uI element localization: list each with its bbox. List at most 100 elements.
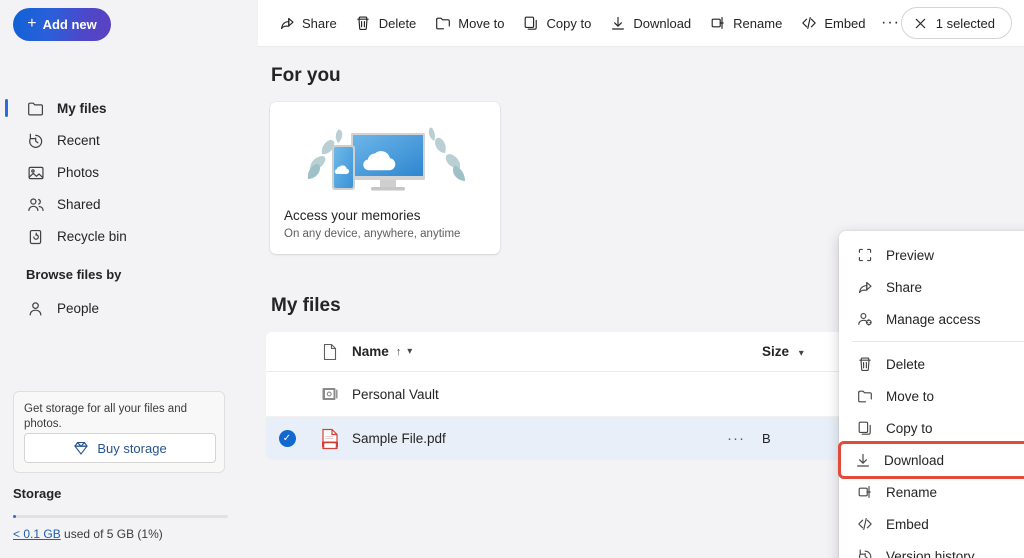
context-menu-item-label: Move to [886, 388, 935, 404]
context-menu-item-version-history[interactable]: Version history [843, 540, 1024, 558]
embed-icon [856, 516, 873, 533]
onedrive-app-window: + Add new My files Recent Photos Shared Recy… [0, 0, 1024, 558]
context-menu-item-label: Manage access [886, 311, 981, 327]
context-menu-item-label: Share [886, 279, 923, 295]
toolbar-button-label: Embed [824, 15, 866, 31]
storage-used-link[interactable]: < 0.1 GB [13, 527, 61, 541]
sidebar-item-people[interactable]: People [10, 292, 250, 324]
sidebar-item-recent[interactable]: Recent [10, 124, 250, 156]
file-name-cell[interactable]: Sample File.pdf [352, 431, 714, 446]
context-menu-item-label: Preview [886, 247, 935, 263]
context-menu-item-label: Download [884, 452, 945, 468]
preview-icon [856, 247, 873, 264]
file-type-column-icon[interactable] [308, 343, 352, 361]
history-icon [26, 131, 44, 149]
storage-usage-text: < 0.1 GB used of 5 GB (1%) [13, 527, 228, 541]
sidebar-item-photos[interactable]: Photos [10, 156, 250, 188]
context-menu-item-copy-to[interactable]: Copy to [843, 412, 1024, 444]
toolbar-button-label: Delete [378, 15, 417, 31]
toolbar-button-label: Move to [458, 15, 505, 31]
sidebar-nav-browse: People [0, 292, 258, 324]
context-menu-item-label: Copy to [886, 420, 933, 436]
row-more-actions-button[interactable]: ··· [714, 430, 758, 447]
context-menu-item-embed[interactable]: Embed [843, 508, 1024, 540]
embed-icon [800, 15, 817, 32]
toolbar-copy-to-button[interactable]: Copy to [515, 7, 600, 39]
storage-usage-bar [13, 515, 228, 518]
person-icon [26, 299, 44, 317]
context-menu-item-preview[interactable]: Preview [843, 239, 1024, 271]
for-you-card-access-your-memories[interactable]: Access your memories On any device, anyw… [270, 102, 500, 254]
toolbar-embed-button[interactable]: Embed [792, 7, 873, 39]
sidebar-item-label: My files [57, 100, 107, 116]
toolbar-delete-button[interactable]: Delete [347, 7, 425, 39]
browse-files-by-heading: Browse files by [26, 267, 122, 282]
my-files-heading: My files [271, 295, 341, 316]
move-to-icon [434, 15, 451, 32]
context-menu-item-share[interactable]: Share [843, 271, 1024, 303]
trash-icon [856, 356, 873, 373]
context-menu-item-manage-access[interactable]: Manage access [843, 303, 1024, 335]
people-icon [26, 195, 44, 213]
toolbar-button-label: Copy to [546, 15, 592, 31]
column-header-name[interactable]: Name ↑ ▾ [352, 344, 714, 359]
context-menu-item-label: Rename [886, 484, 938, 500]
manage-access-icon [856, 311, 873, 328]
copy-to-icon [523, 15, 540, 32]
toolbar-share-button[interactable]: Share [270, 7, 345, 39]
download-icon [854, 452, 871, 469]
rename-icon [856, 484, 873, 501]
storage-heading: Storage [13, 486, 62, 501]
sidebar-item-label: Shared [57, 196, 101, 212]
context-menu-separator [852, 341, 1024, 342]
storage-promo-text: Get storage for all your files and photo… [24, 403, 187, 430]
move-to-icon [856, 388, 873, 405]
chevron-down-icon[interactable]: ▾ [799, 348, 804, 359]
selection-count-pill[interactable]: 1 selected [900, 7, 1012, 39]
column-header-size-label: Size [762, 344, 790, 359]
storage-used-rest: used of 5 GB (1%) [60, 527, 163, 541]
share-icon [856, 279, 873, 296]
sidebar-item-label: Recycle bin [57, 228, 127, 244]
sidebar-item-label: People [57, 300, 100, 316]
diamond-icon [73, 440, 89, 456]
selection-count-label: 1 selected [935, 15, 995, 31]
context-menu-item-rename[interactable]: Rename [843, 476, 1024, 508]
toolbar-download-button[interactable]: Download [601, 7, 699, 39]
toolbar-button-label: Share [302, 15, 337, 31]
file-context-menu: Preview Share Manage access Delete Move to Co… [838, 231, 1024, 558]
sidebar-item-my-files[interactable]: My files [5, 92, 250, 124]
row-checkbox[interactable]: ✓ [266, 430, 308, 447]
context-menu-item-move-to[interactable]: Move to [843, 380, 1024, 412]
toolbar-move-to-button[interactable]: Move to [426, 7, 512, 39]
file-name-cell[interactable]: Personal Vault [352, 387, 714, 402]
sidebar-item-shared[interactable]: Shared [10, 188, 250, 220]
devices-cloud-illustration [270, 108, 500, 204]
add-new-button[interactable]: + Add new [13, 8, 111, 41]
context-menu-item-delete[interactable]: Delete [843, 348, 1024, 380]
recycle-bin-icon [26, 227, 44, 245]
personal-vault-icon [308, 384, 352, 404]
toolbar-button-label: Download [633, 15, 692, 31]
storage-usage-fill [13, 515, 16, 518]
for-you-heading: For you [271, 65, 341, 86]
sort-ascending-icon: ↑ [395, 345, 402, 358]
storage-section: Storage < 0.1 GB used of 5 GB (1%) [13, 486, 228, 541]
share-icon [278, 15, 295, 32]
context-menu-item-label: Embed [886, 516, 929, 532]
column-header-name-label: Name [352, 344, 389, 359]
sidebar-item-recycle-bin[interactable]: Recycle bin [10, 220, 250, 252]
chevron-down-icon[interactable]: ▾ [407, 346, 412, 357]
add-new-label: Add new [42, 17, 97, 32]
buy-storage-button[interactable]: Buy storage [24, 433, 216, 463]
command-bar-buttons: Share Delete Move to Copy to Download Rename E… [258, 7, 876, 39]
close-icon[interactable] [914, 17, 927, 30]
download-icon [609, 15, 626, 32]
context-menu-item-label: Version history [886, 548, 975, 558]
pdf-file-icon [308, 428, 352, 450]
rename-icon [709, 15, 726, 32]
toolbar-rename-button[interactable]: Rename [701, 7, 790, 39]
toolbar-button-label: Rename [733, 15, 783, 31]
sidebar-item-label: Photos [57, 164, 100, 180]
context-menu-item-download[interactable]: Download [838, 441, 1024, 479]
